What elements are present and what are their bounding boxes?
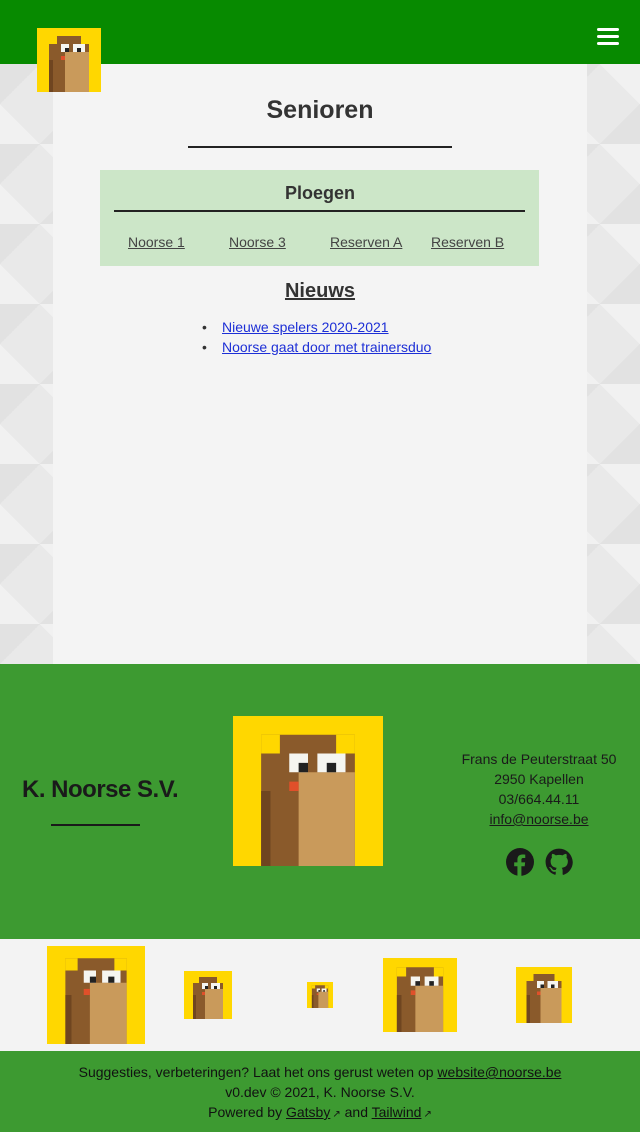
content-card [53,64,587,664]
address-phone: 03/664.44.11 [498,791,580,807]
beaver-logo-icon[interactable] [47,946,145,1044]
bottom-bar: Suggesties, verbeteringen? Laat het ons … [0,1051,640,1132]
address-street: Frans de Peuterstraat 50 [461,751,617,767]
team-link-noorse-1[interactable]: Noorse 1 [128,234,185,250]
contact-email-link[interactable]: info@noorse.be [489,811,588,827]
title-divider [188,146,452,148]
gatsby-link[interactable]: Gatsby [286,1104,330,1120]
beaver-logo-icon[interactable] [307,982,333,1008]
website-email-link[interactable]: website@noorse.be [437,1064,561,1080]
news-link[interactable]: Noorse gaat door met trainersduo [222,339,431,355]
contact-address: Frans de Peuterstraat 50 2950 Kapellen 0… [450,749,628,829]
and-text: and [344,1104,368,1120]
beaver-logo-icon[interactable] [516,967,572,1023]
beaver-logo-icon[interactable] [184,971,232,1019]
powered-by-line: Powered by Gatsby ↗ and Tailwind ↗ [0,1104,640,1120]
hamburger-menu-icon[interactable] [597,28,619,50]
news-link[interactable]: Nieuwe spelers 2020-2021 [222,319,389,335]
news-list: Nieuwe spelers 2020-2021 Noorse gaat doo… [202,317,431,357]
beaver-logo-icon [233,716,383,866]
team-link-reserven-a[interactable]: Reserven A [330,234,402,250]
github-icon[interactable] [545,848,573,876]
version-text: v0.dev © 2021, K. Noorse S.V. [225,1084,415,1100]
club-name-divider [51,824,140,826]
list-item: Noorse gaat door met trainersduo [202,337,431,357]
tailwind-link[interactable]: Tailwind [372,1104,422,1120]
beaver-logo-icon[interactable] [37,28,101,92]
teams-divider [114,210,525,212]
club-name: K. Noorse S.V. [22,776,179,803]
facebook-icon[interactable] [506,848,534,876]
beaver-logo-icon[interactable] [383,958,457,1032]
teams-title: Ploegen [284,183,355,203]
news-title: Nieuws [284,280,356,302]
team-link-reserven-b[interactable]: Reserven B [431,234,504,250]
suggestions-line: Suggesties, verbeteringen? Laat het ons … [0,1064,640,1080]
external-link-icon: ↗ [423,1109,432,1120]
team-link-noorse-3[interactable]: Noorse 3 [229,234,286,250]
list-item: Nieuwe spelers 2020-2021 [202,317,431,337]
external-link-icon: ↗ [332,1109,341,1120]
page-title: Senioren [266,96,374,124]
address-city: 2950 Kapellen [494,771,584,787]
suggestions-text: Suggesties, verbeteringen? Laat het ons … [78,1064,434,1080]
powered-by-text: Powered by [208,1104,283,1120]
